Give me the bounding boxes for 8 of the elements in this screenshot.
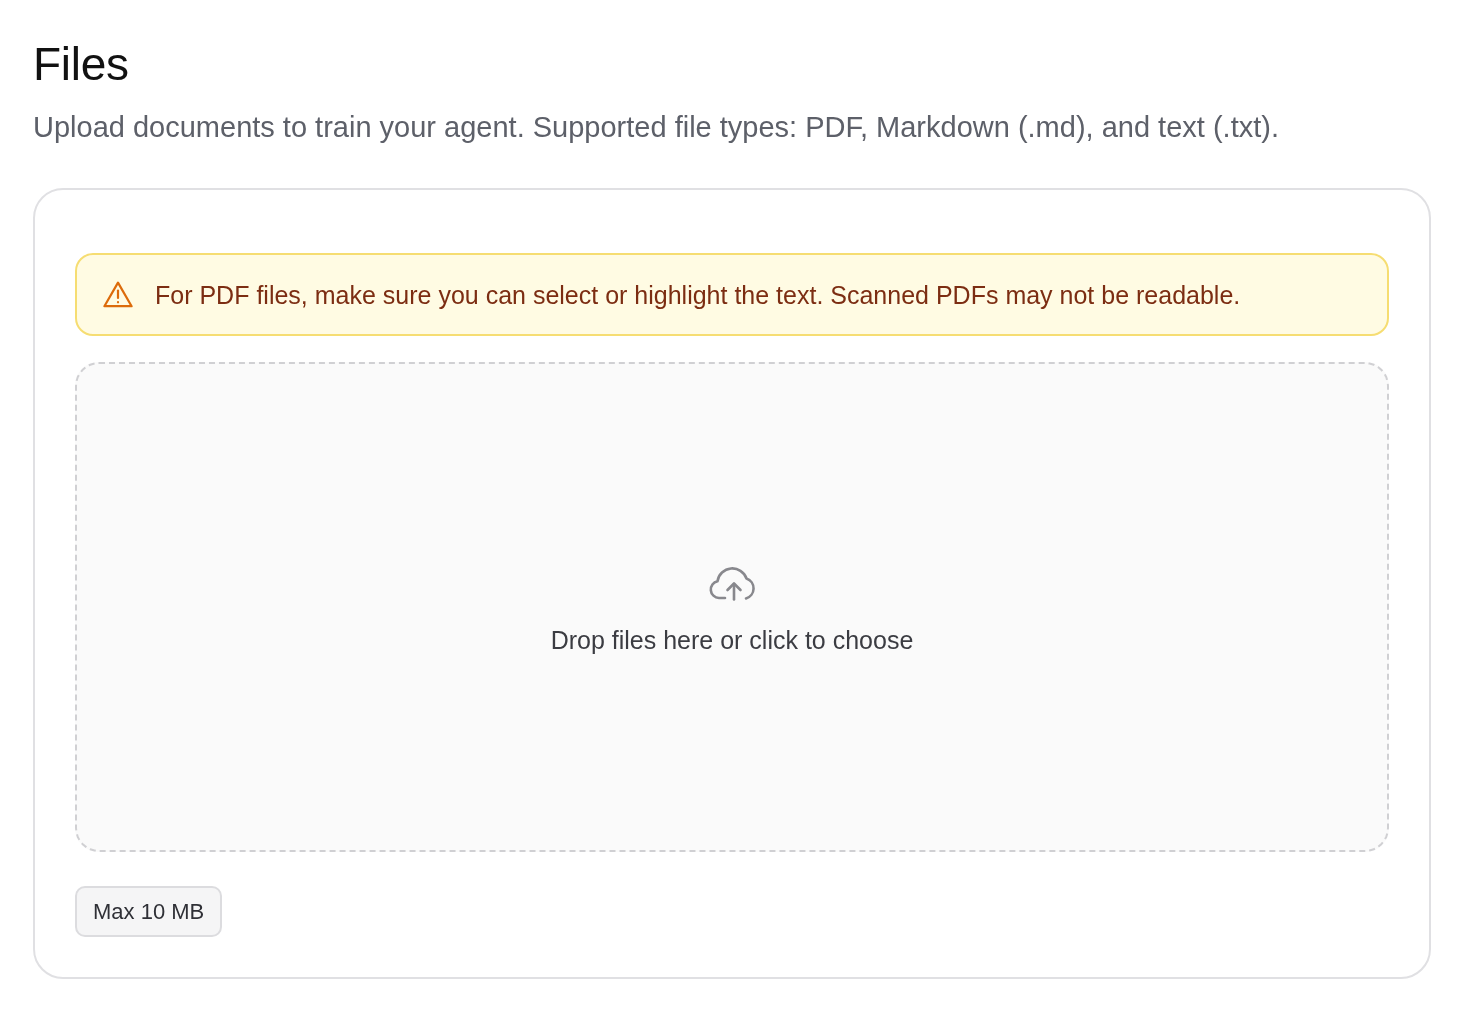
file-size-limit-tag: Max 10 MB [75, 886, 223, 937]
warning-text: For PDF files, make sure you can select or highlight the text. Scanned PDFs may not be readable. [155, 279, 1241, 310]
cloud-upload-icon [708, 565, 756, 601]
drop-zone-prompt: Drop files here or click to choose [550, 625, 914, 655]
file-drop-zone[interactable]: Drop files here or click to choose [75, 362, 1389, 852]
page-title: Files [33, 37, 130, 92]
warning-icon [103, 281, 133, 308]
page-description: Upload documents to train your agent. Supported file types: PDF, Markdown (.md), and text (.txt). [33, 110, 1280, 145]
